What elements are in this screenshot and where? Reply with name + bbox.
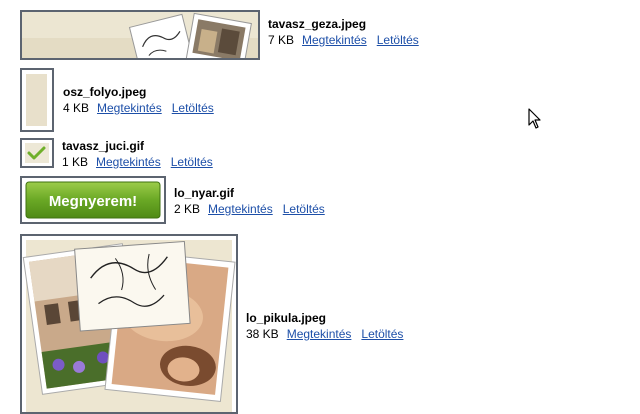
file-name: osz_folyo.jpeg (63, 85, 147, 99)
file-meta: tavasz_geza.jpeg 7 KB Megtekintés Letöltés (268, 16, 429, 48)
view-link[interactable]: Megtekintés (208, 202, 273, 216)
view-link[interactable]: Megtekintés (96, 155, 161, 169)
checkmark-icon (22, 140, 52, 166)
file-info: 4 KB Megtekintés Letöltés (63, 100, 224, 116)
thumbnail-image (22, 12, 258, 58)
download-link[interactable]: Letöltés (283, 202, 325, 216)
file-name: tavasz_geza.jpeg (268, 17, 367, 31)
file-info: 1 KB Megtekintés Letöltés (62, 154, 223, 170)
mouse-pointer-icon (528, 108, 541, 129)
download-link[interactable]: Letöltés (171, 155, 213, 169)
file-name: lo_nyar.gif (174, 186, 235, 200)
file-name: tavasz_juci.gif (62, 139, 145, 153)
thumbnail-osz-folyo[interactable] (20, 68, 54, 132)
file-meta: osz_folyo.jpeg 4 KB Megtekintés Letöltés (63, 84, 224, 116)
thumbnail-image (22, 236, 236, 412)
file-size: 7 KB (268, 33, 295, 47)
file-size: 1 KB (62, 155, 89, 169)
thumbnail-image (22, 70, 52, 130)
file-info: 7 KB Megtekintés Letöltés (268, 32, 429, 48)
file-meta: lo_nyar.gif 2 KB Megtekintés Letöltés (174, 185, 335, 217)
file-meta: tavasz_juci.gif 1 KB Megtekintés Letöltés (62, 138, 223, 170)
thumbnail-lo-pikula[interactable] (20, 234, 238, 414)
thumbnail-tavasz-juci[interactable] (20, 138, 54, 168)
preview-button-text: Megnyerem! (49, 193, 137, 210)
file-info: 2 KB Megtekintés Letöltés (174, 201, 335, 217)
file-size: 2 KB (174, 202, 201, 216)
file-size: 38 KB (246, 327, 279, 341)
view-link[interactable]: Megtekintés (97, 101, 162, 115)
file-meta: lo_pikula.jpeg 38 KB Megtekintés Letöltés (246, 310, 413, 342)
thumbnail-lo-nyar[interactable]: Megnyerem! (20, 176, 166, 224)
view-link[interactable]: Megtekintés (287, 327, 352, 341)
file-size: 4 KB (63, 101, 90, 115)
view-link[interactable]: Megtekintés (302, 33, 367, 47)
file-name: lo_pikula.jpeg (246, 311, 327, 325)
file-info: 38 KB Megtekintés Letöltés (246, 326, 413, 342)
download-link[interactable]: Letöltés (361, 327, 403, 341)
thumbnail-tavasz-geza[interactable] (20, 10, 260, 60)
download-link[interactable]: Letöltés (172, 101, 214, 115)
thumbnail-image: Megnyerem! (22, 178, 164, 222)
download-link[interactable]: Letöltés (377, 33, 419, 47)
